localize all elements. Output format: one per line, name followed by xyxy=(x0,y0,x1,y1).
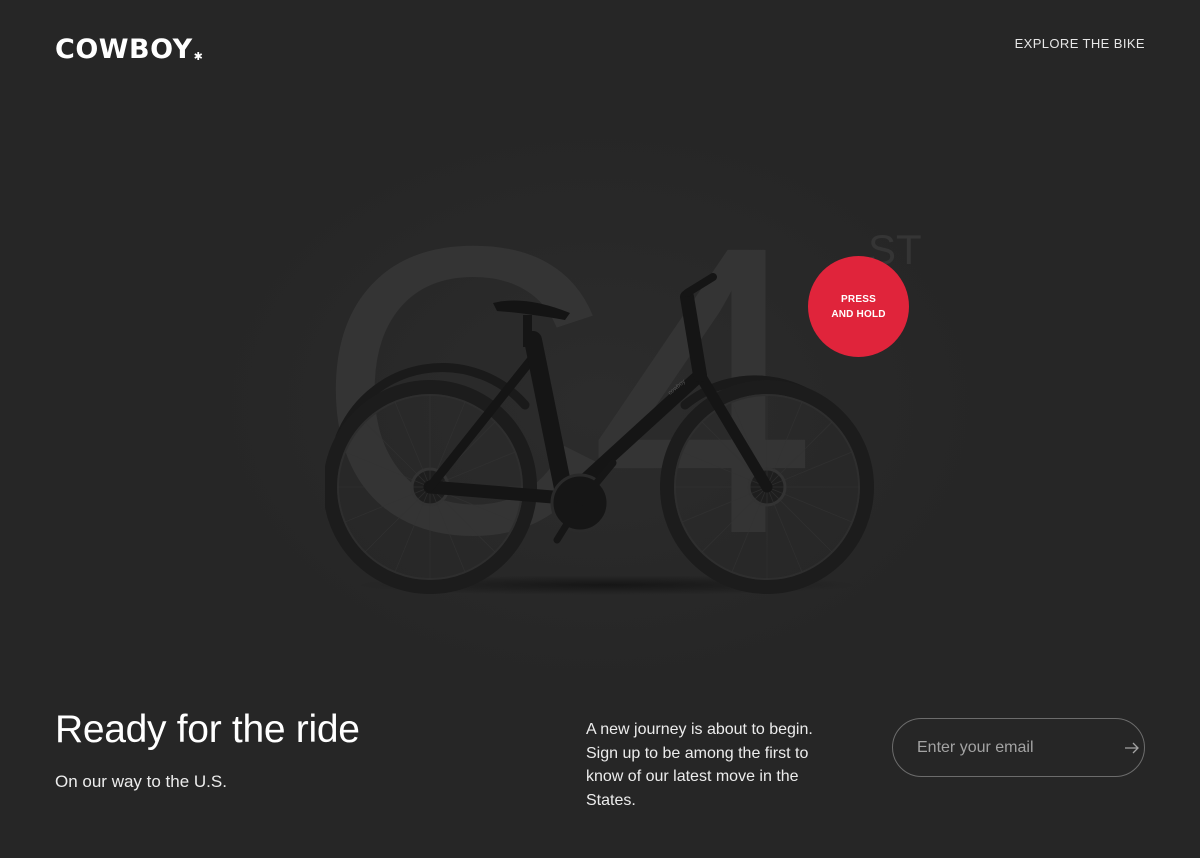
email-signup-form xyxy=(892,718,1145,777)
logo-text: COWBOY xyxy=(55,34,193,65)
arrow-right-icon xyxy=(1125,742,1139,753)
subheadline: On our way to the U.S. xyxy=(55,772,227,791)
logo-mark-icon: ✱ xyxy=(193,50,204,63)
bike-image: cowboy xyxy=(325,273,874,595)
cowboy-logo[interactable]: COWBOY✱ xyxy=(55,34,203,65)
submit-button[interactable] xyxy=(1124,719,1144,776)
bike-seat xyxy=(493,300,570,347)
signup-description: A new journey is about to begin. Sign up… xyxy=(586,721,813,809)
email-input[interactable] xyxy=(893,719,1124,776)
press-hold-line1: PRESS xyxy=(841,293,876,305)
headline: Ready for the ride xyxy=(55,708,360,751)
explore-the-bike-link[interactable]: EXPLORE THE BIKE xyxy=(1015,36,1145,51)
press-and-hold-button[interactable]: PRESS AND HOLD xyxy=(808,256,909,357)
press-hold-line2: AND HOLD xyxy=(831,308,886,320)
